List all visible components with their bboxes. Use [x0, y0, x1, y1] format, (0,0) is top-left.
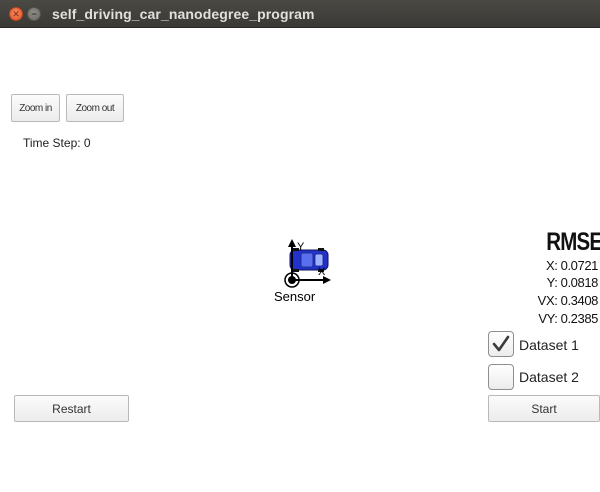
minimize-window-button[interactable]: −	[27, 7, 41, 21]
dataset-1-checkbox[interactable]	[488, 331, 514, 357]
start-button[interactable]: Start	[488, 395, 600, 422]
rmse-y-value: Y: 0.0818	[546, 275, 599, 290]
restart-button[interactable]: Restart	[14, 395, 129, 422]
zoom-out-button[interactable]: Zoom out	[66, 94, 124, 122]
dataset-2-label[interactable]: Dataset 2	[519, 369, 579, 385]
minimize-icon: −	[31, 8, 37, 19]
title-bar[interactable]: ✕ − self_driving_car_nanodegree_program	[0, 0, 600, 28]
time-step-label: Time Step: 0	[23, 136, 91, 150]
y-axis-label: Y	[297, 241, 305, 253]
simulator-window: ✕ − self_driving_car_nanodegree_program …	[0, 0, 600, 492]
rmse-vy-value: VY: 0.2385	[538, 311, 598, 326]
window-title: self_driving_car_nanodegree_program	[52, 6, 315, 22]
dataset-2-checkbox[interactable]	[488, 364, 514, 390]
checkmark-icon	[492, 335, 510, 352]
zoom-in-button[interactable]: Zoom in	[11, 94, 60, 122]
rmse-x-value: X: 0.0721	[545, 258, 598, 273]
rmse-vx-value: VX: 0.3408	[537, 293, 599, 308]
close-window-button[interactable]: ✕	[9, 7, 23, 21]
rmse-title: RMSE	[546, 228, 600, 256]
x-axis-label: X	[318, 266, 326, 278]
dataset-1-label[interactable]: Dataset 1	[519, 337, 579, 353]
sensor-label: Sensor	[274, 289, 316, 304]
close-icon: ✕	[12, 8, 20, 19]
